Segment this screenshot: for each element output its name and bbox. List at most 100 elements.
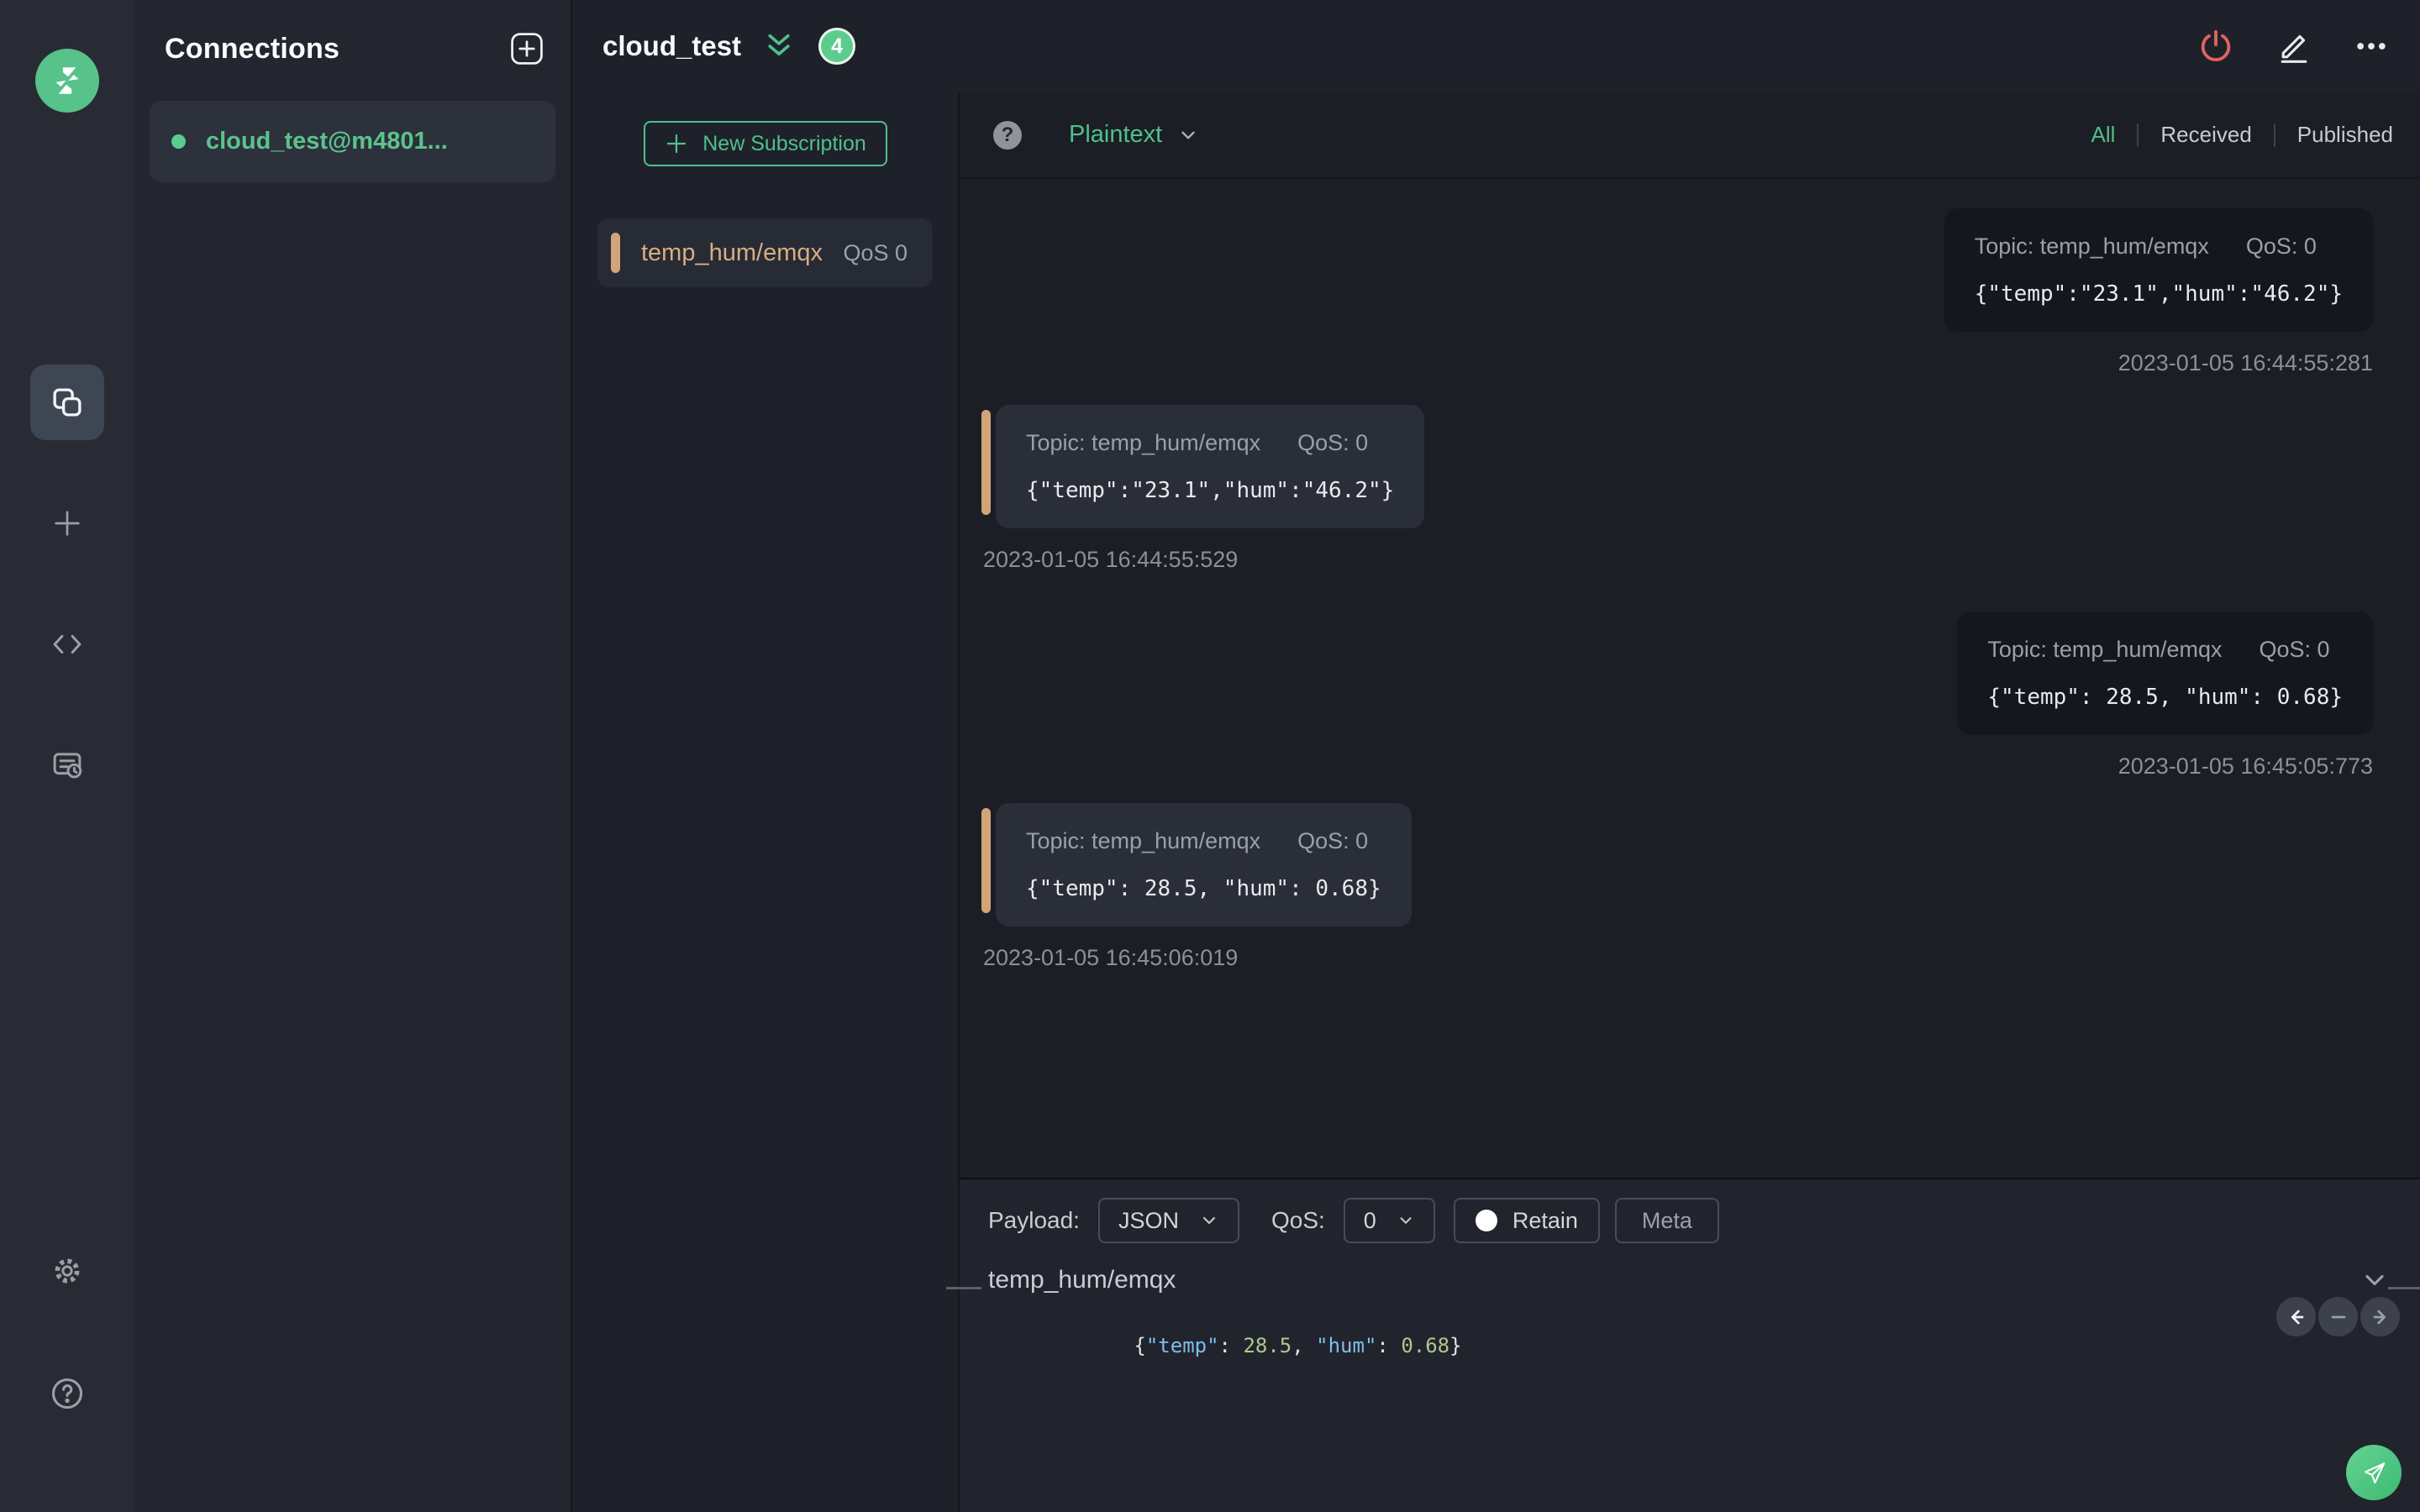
- message-timestamp: 2023-01-05 16:45:05:773: [2118, 753, 2373, 779]
- qos-selected: 0: [1363, 1207, 1376, 1233]
- message-topic: Topic: temp_hum/emqx: [1987, 637, 2223, 662]
- message-qos: QoS: 0: [2259, 637, 2330, 662]
- connected-status-dot: [171, 134, 186, 149]
- connections-title: Connections: [165, 32, 340, 65]
- collapse-panel-icon[interactable]: [763, 32, 795, 60]
- mqttx-logo-icon[interactable]: [35, 49, 99, 113]
- payload-help-icon[interactable]: ?: [993, 120, 1022, 150]
- payload-token: "hum": [1316, 1334, 1377, 1357]
- resize-handle[interactable]: [2388, 1287, 2420, 1289]
- add-connection-button[interactable]: [508, 30, 545, 67]
- message-qos: QoS: 0: [1297, 828, 1369, 853]
- more-options-button[interactable]: [2353, 28, 2390, 65]
- connection-header: cloud_test 4: [572, 0, 2420, 92]
- message-topic: Topic: temp_hum/emqx: [1026, 430, 1261, 455]
- message-bubble[interactable]: Topic: temp_hum/emqx QoS: 0 {"temp":"23.…: [1944, 208, 2373, 332]
- payload-token: ,: [1292, 1334, 1317, 1357]
- retain-toggle[interactable]: Retain: [1453, 1198, 1600, 1243]
- filter-published[interactable]: Published: [2297, 122, 2393, 148]
- code-icon: [50, 627, 85, 662]
- payload-editor[interactable]: {"temp": 28.5, "hum": 0.68}: [988, 1310, 2391, 1381]
- connections-panel: Connections cloud_test@m4801...: [134, 0, 572, 1512]
- filter-divider: [2137, 123, 2139, 147]
- payload-token: :: [1218, 1334, 1244, 1357]
- gear-icon: [50, 1254, 84, 1288]
- messages-toolbar: ? Plaintext All Received Published: [960, 92, 2420, 179]
- message-timestamp: 2023-01-05 16:45:06:019: [983, 945, 1239, 970]
- payload-token: {: [1134, 1334, 1146, 1357]
- payload-token: 28.5: [1243, 1334, 1292, 1357]
- filter-all[interactable]: All: [2091, 122, 2115, 148]
- subscription-item[interactable]: temp_hum/emqx QoS 0: [597, 218, 933, 287]
- sidebar-item-connections[interactable]: [30, 365, 104, 440]
- payload-token: :: [1376, 1334, 1402, 1357]
- sidebar-item-new-connection[interactable]: [30, 486, 104, 561]
- publish-topic-row: [988, 1265, 2391, 1295]
- message-meta: Topic: temp_hum/emqx QoS: 0: [1975, 234, 2343, 260]
- history-clear-button[interactable]: [2318, 1297, 2358, 1336]
- filter-received[interactable]: Received: [2160, 122, 2251, 148]
- connection-title: cloud_test: [602, 30, 742, 61]
- chevron-down-icon: [1400, 1217, 1412, 1224]
- new-subscription-button[interactable]: New Subscription: [643, 121, 887, 166]
- message-topic: Topic: temp_hum/emqx: [1974, 234, 2209, 259]
- published-message: Topic: temp_hum/emqx QoS: 0 {"temp": 28.…: [981, 612, 2373, 780]
- subscription-qos: QoS 0: [843, 239, 908, 265]
- payload-history-nav: [2276, 1297, 2400, 1336]
- connections-list: cloud_test@m4801...: [134, 101, 571, 182]
- connection-list-item[interactable]: cloud_test@m4801...: [150, 101, 555, 182]
- sidebar-item-log[interactable]: [30, 727, 104, 803]
- payload-format-value: Plaintext: [1069, 121, 1163, 148]
- payload-format-select[interactable]: Plaintext: [1069, 121, 1199, 149]
- new-subscription-label: New Subscription: [702, 131, 866, 155]
- qos-dropdown[interactable]: 0: [1343, 1198, 1435, 1243]
- chevron-down-icon: [1202, 1216, 1216, 1225]
- connections-header: Connections: [134, 0, 571, 67]
- sidebar-item-help[interactable]: [30, 1356, 104, 1431]
- sidebar-item-settings[interactable]: [30, 1233, 104, 1309]
- message-payload: {"temp": 28.5, "hum": 0.68}: [1026, 876, 1381, 901]
- message-meta: Topic: temp_hum/emqx QoS: 0: [1987, 637, 2343, 663]
- sidebar-bottom: [30, 1233, 104, 1431]
- sidebar-nav: [30, 365, 104, 803]
- message-bubble[interactable]: Topic: temp_hum/emqx QoS: 0 {"temp":"23.…: [996, 405, 1425, 528]
- message-bubble-area: Topic: temp_hum/emqx QoS: 0 {"temp":"23.…: [1944, 208, 2373, 332]
- message-bubble[interactable]: Topic: temp_hum/emqx QoS: 0 {"temp": 28.…: [996, 803, 1412, 927]
- message-timestamp: 2023-01-05 16:44:55:281: [2118, 350, 2373, 375]
- message-bubble-area: Topic: temp_hum/emqx QoS: 0 {"temp":"23.…: [981, 405, 1425, 528]
- message-qos: QoS: 0: [2245, 234, 2317, 259]
- meta-button[interactable]: Meta: [1614, 1198, 1719, 1243]
- history-next-button[interactable]: [2360, 1297, 2400, 1336]
- resize-handle[interactable]: [946, 1287, 981, 1289]
- topic-input[interactable]: [988, 1266, 2360, 1294]
- received-message: Topic: temp_hum/emqx QoS: 0 {"temp": 28.…: [981, 803, 2373, 971]
- connection-view: cloud_test 4 New Subscription temp_hum/e…: [572, 0, 2420, 1512]
- message-bubble[interactable]: Topic: temp_hum/emqx QoS: 0 {"temp": 28.…: [1957, 612, 2373, 735]
- disconnect-button[interactable]: [2196, 27, 2235, 66]
- connection-body: New Subscription temp_hum/emqx QoS 0 ? P: [572, 92, 2420, 1512]
- send-button[interactable]: [2346, 1445, 2402, 1500]
- message-meta: Topic: temp_hum/emqx QoS: 0: [1026, 828, 1381, 854]
- history-prev-button[interactable]: [2276, 1297, 2316, 1336]
- subscriptions-panel: New Subscription temp_hum/emqx QoS 0: [572, 92, 958, 1512]
- unread-count-badge: 4: [818, 28, 856, 65]
- filter-divider: [2273, 123, 2275, 147]
- header-actions: [2196, 27, 2390, 66]
- collapse-publish-icon[interactable]: [2360, 1265, 2390, 1295]
- received-message: Topic: temp_hum/emqx QoS: 0 {"temp":"23.…: [981, 405, 2373, 573]
- mqttx-app: Connections cloud_test@m4801... cloud_te…: [0, 0, 2420, 1512]
- message-bubble-area: Topic: temp_hum/emqx QoS: 0 {"temp": 28.…: [981, 803, 1412, 927]
- connection-name: cloud_test@m4801...: [206, 128, 448, 155]
- payload-format-dropdown[interactable]: JSON: [1097, 1198, 1239, 1243]
- payload-token: }: [1449, 1334, 1462, 1357]
- retain-radio-dot: [1475, 1210, 1497, 1231]
- sidebar-item-script[interactable]: [30, 606, 104, 682]
- edit-connection-button[interactable]: [2275, 28, 2312, 65]
- subscription-topic: temp_hum/emqx: [641, 239, 823, 266]
- payload-label: Payload:: [988, 1207, 1080, 1233]
- plus-icon: [50, 507, 84, 540]
- message-list[interactable]: Topic: temp_hum/emqx QoS: 0 {"temp":"23.…: [960, 179, 2420, 1178]
- connections-icon: [50, 385, 85, 420]
- help-icon: [49, 1375, 86, 1412]
- retain-label: Retain: [1512, 1207, 1578, 1233]
